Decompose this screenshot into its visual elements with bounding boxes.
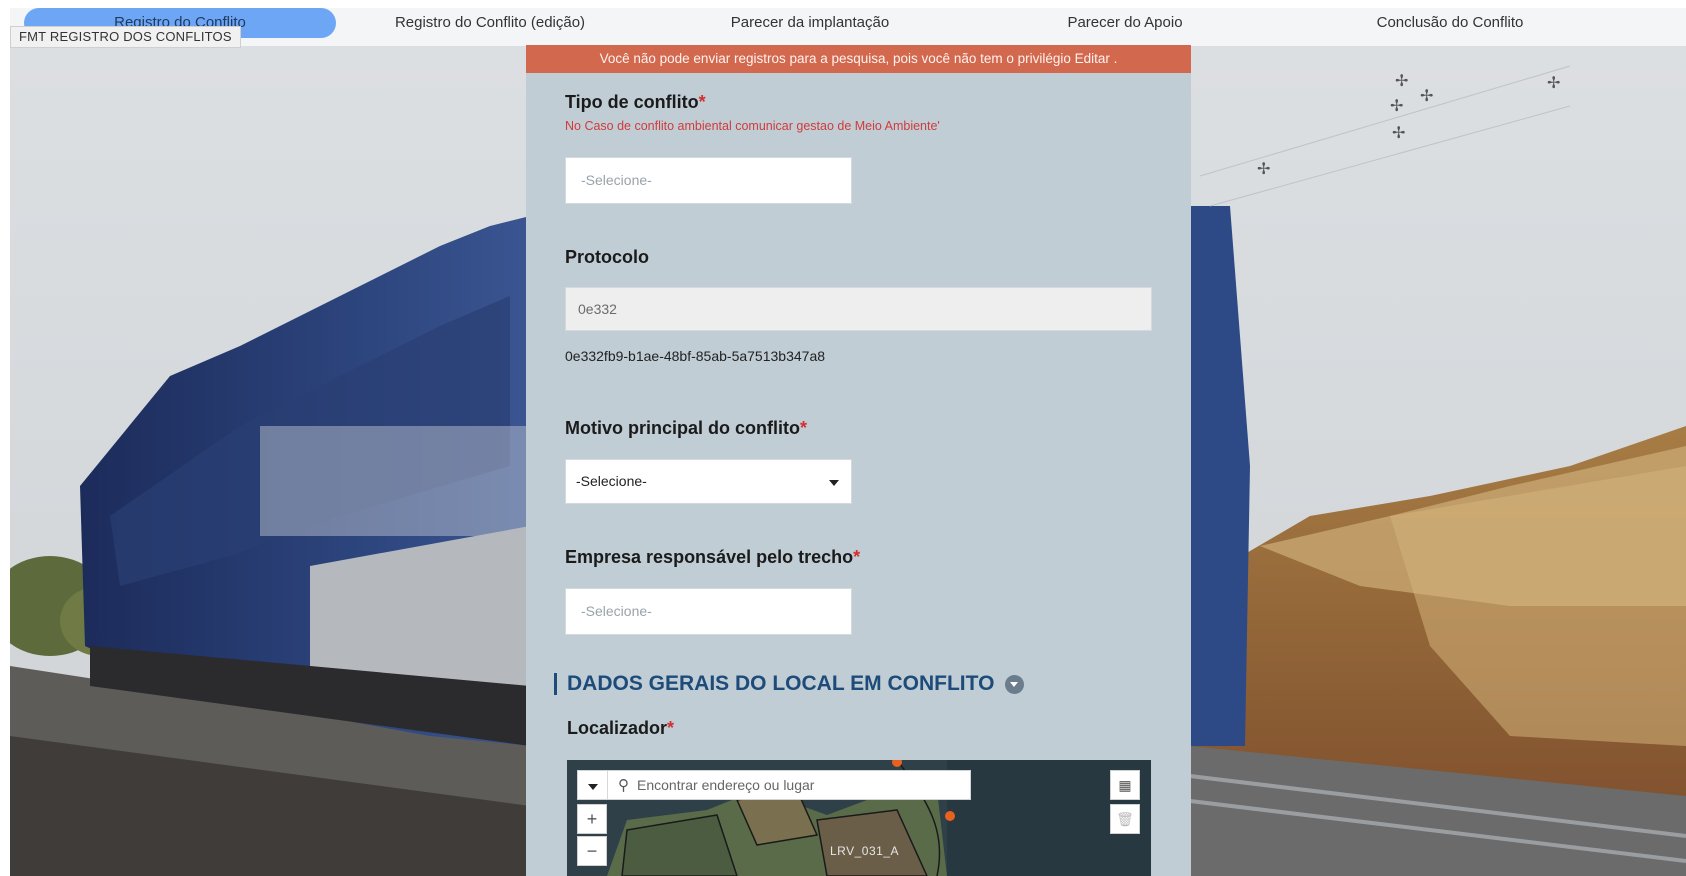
tipo-de-conflito-label: Tipo de conflito* xyxy=(565,92,706,113)
required-mark: * xyxy=(667,718,675,738)
required-mark: * xyxy=(853,547,861,567)
svg-text:✢: ✢ xyxy=(1420,86,1433,105)
empresa-responsavel-label-text: Empresa responsável pelo trecho xyxy=(565,547,854,567)
required-mark: * xyxy=(698,92,706,112)
motivo-principal-dropdown[interactable]: -Selecione- xyxy=(565,459,852,504)
empresa-responsavel-select[interactable]: -Selecione- xyxy=(565,588,852,635)
search-source-dropdown[interactable] xyxy=(578,771,608,799)
tab-parecer-da-implantacao[interactable]: Parecer da implantação xyxy=(700,8,920,38)
tipo-de-conflito-hint: No Caso de conflito ambiental comunicar … xyxy=(565,119,940,133)
collapse-chevron-icon[interactable] xyxy=(1005,674,1025,694)
tipo-de-conflito-select[interactable]: -Selecione- xyxy=(565,157,852,204)
svg-text:✢: ✢ xyxy=(1390,96,1403,115)
zoom-out-button[interactable]: − xyxy=(577,836,607,866)
localizador-label-text: Localizador xyxy=(567,718,668,738)
permission-warning-banner: Você não pode enviar registros para a pe… xyxy=(526,45,1191,73)
protocolo-full-value: 0e332fb9-b1ae-48bf-85ab-5a7513b347a8 xyxy=(565,348,826,364)
map-search-input[interactable]: Encontrar endereço ou lugar xyxy=(637,777,814,793)
svg-text:✢: ✢ xyxy=(1257,159,1270,178)
location-map[interactable]: ⚲ Encontrar endereço ou lugar + − ▦ 🗑 LR… xyxy=(567,760,1151,876)
protocolo-label-text: Protocolo xyxy=(565,247,649,267)
required-mark: * xyxy=(799,418,807,438)
qr-code-icon[interactable]: ▦ xyxy=(1110,770,1140,800)
tipo-de-conflito-label-text: Tipo de conflito xyxy=(565,92,699,112)
svg-text:✢: ✢ xyxy=(1392,123,1405,142)
sheet-label: FMT REGISTRO DOS CONFLITOS xyxy=(10,26,241,48)
localizador-label: Localizador* xyxy=(567,718,674,739)
top-tab-bar: Registro do Conflito Registro do Conflit… xyxy=(10,8,1686,46)
section-dados-gerais[interactable]: DADOS GERAIS DO LOCAL EM CONFLITO xyxy=(554,672,1025,695)
tab-parecer-do-apoio[interactable]: Parecer do Apoio xyxy=(1035,8,1215,38)
tab-registro-do-conflito-edicao[interactable]: Registro do Conflito (edição) xyxy=(380,8,600,38)
trash-icon[interactable]: 🗑 xyxy=(1110,804,1140,834)
chevron-down-icon xyxy=(829,479,839,486)
motivo-principal-label-text: Motivo principal do conflito xyxy=(565,418,800,438)
survey-form-panel: Você não pode enviar registros para a pe… xyxy=(526,45,1191,876)
zoom-in-button[interactable]: + xyxy=(577,804,607,834)
motivo-principal-label: Motivo principal do conflito* xyxy=(565,418,807,439)
section-title: DADOS GERAIS DO LOCAL EM CONFLITO xyxy=(567,672,995,695)
search-icon: ⚲ xyxy=(618,777,629,794)
svg-text:✢: ✢ xyxy=(1395,71,1408,90)
protocolo-field[interactable]: 0e332 xyxy=(565,287,1152,331)
empresa-responsavel-label: Empresa responsável pelo trecho* xyxy=(565,547,860,568)
svg-text:✢: ✢ xyxy=(1547,73,1560,92)
motivo-principal-selected: -Selecione- xyxy=(576,473,647,489)
map-feature-label: LRV_031_A xyxy=(830,844,899,858)
map-search-bar: ⚲ Encontrar endereço ou lugar xyxy=(577,770,971,800)
tab-conclusao-do-conflito[interactable]: Conclusão do Conflito xyxy=(1350,8,1550,38)
protocolo-label: Protocolo xyxy=(565,247,649,268)
